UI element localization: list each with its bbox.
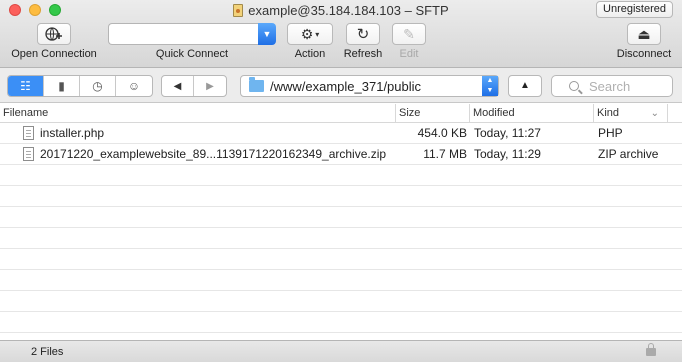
kind-cell: PHP xyxy=(598,126,623,140)
edit-item: ✎ Edit xyxy=(391,23,427,60)
eject-icon: ⏏ xyxy=(637,25,651,42)
column-header-size[interactable]: Size xyxy=(396,104,470,123)
filename-cell: 20171220_examplewebsite_89...11391712201… xyxy=(40,147,387,161)
open-connection-button[interactable] xyxy=(37,23,71,45)
bookmarks-view-button[interactable]: ▮ xyxy=(44,76,80,96)
edit-label: Edit xyxy=(399,48,419,60)
chevron-down-icon: ⌄ xyxy=(650,108,659,119)
empty-row xyxy=(0,165,682,186)
pencil-icon: ✎ xyxy=(403,25,415,42)
disconnect-label: Disconnect xyxy=(616,48,672,60)
modified-cell: Today, 11:29 xyxy=(474,147,541,161)
forward-arrow-icon: ▶ xyxy=(206,80,214,92)
open-connection-label: Open Connection xyxy=(11,48,97,60)
disconnect-button[interactable]: ⏏ xyxy=(627,23,661,45)
bonjour-icon: ☺ xyxy=(127,79,141,93)
navigation-bar: ☷ ▮ ◷ ☺ ◀ ▶ /www/example_371/public ▲ ▼ ▲… xyxy=(0,68,682,103)
lock-icon xyxy=(646,343,656,356)
refresh-label: Refresh xyxy=(343,48,383,60)
view-mode-segmented-control: ☷ ▮ ◷ ☺ xyxy=(7,75,153,97)
folder-icon xyxy=(249,77,264,92)
empty-row xyxy=(0,228,682,249)
document-icon xyxy=(233,4,244,17)
action-button[interactable]: ⚙ ▾ xyxy=(287,23,333,45)
column-header-modified[interactable]: Modified xyxy=(470,104,594,123)
file-icon xyxy=(23,147,34,161)
column-header-kind-label: Kind xyxy=(597,107,620,119)
column-header-kind[interactable]: Kind ⌄ xyxy=(594,104,668,123)
file-list-header: Filename Size Modified Kind ⌄ xyxy=(0,104,682,123)
refresh-item[interactable]: ↻ Refresh xyxy=(341,23,385,60)
back-arrow-icon: ◀ xyxy=(173,80,182,92)
history-navigation-control: ◀ ▶ xyxy=(161,75,227,97)
table-row[interactable]: installer.php 454.0 KB Today, 11:27 PHP xyxy=(0,123,682,144)
search-icon xyxy=(569,81,579,91)
modified-cell: Today, 11:27 xyxy=(474,126,541,140)
empty-row xyxy=(0,186,682,207)
filename-cell: installer.php xyxy=(40,126,105,140)
file-icon xyxy=(23,126,34,140)
window-toolbar: example@35.184.184.103 – SFTP Unregister… xyxy=(0,0,682,68)
action-item[interactable]: ⚙ ▾ Action xyxy=(286,23,334,60)
empty-row xyxy=(0,270,682,291)
forward-button[interactable]: ▶ xyxy=(194,76,226,96)
gear-icon: ⚙ xyxy=(300,25,314,42)
back-button[interactable]: ◀ xyxy=(162,76,194,96)
open-connection-item[interactable]: Open Connection xyxy=(6,23,102,60)
table-row[interactable]: 20171220_examplewebsite_89...11391712201… xyxy=(0,144,682,165)
parent-directory-button[interactable]: ▲ xyxy=(508,75,542,97)
status-bar: 2 Files xyxy=(0,340,682,362)
file-list: installer.php 454.0 KB Today, 11:27 PHP … xyxy=(0,123,682,333)
size-cell: 11.7 MB xyxy=(423,147,467,161)
search-field[interactable]: Search xyxy=(551,75,673,97)
refresh-icon: ↻ xyxy=(356,26,370,43)
history-view-button[interactable]: ◷ xyxy=(80,76,116,96)
quick-connect-combobox[interactable]: ▼ xyxy=(108,23,276,45)
window-title: example@35.184.184.103 – SFTP xyxy=(248,3,449,18)
path-popup[interactable]: /www/example_371/public ▲ ▼ xyxy=(240,75,499,97)
chevron-down-icon[interactable]: ▼ xyxy=(258,23,276,45)
window-title-bar: example@35.184.184.103 – SFTP xyxy=(0,2,682,20)
empty-row xyxy=(0,207,682,228)
action-label: Action xyxy=(294,48,326,60)
current-path: /www/example_371/public xyxy=(270,78,422,94)
clock-icon: ◷ xyxy=(92,79,103,93)
quick-connect-input[interactable] xyxy=(108,23,258,45)
browser-view-button[interactable]: ☷ xyxy=(8,76,44,96)
chevron-down-icon: ▾ xyxy=(315,29,320,39)
globe-plus-icon xyxy=(45,27,62,41)
edit-button: ✎ xyxy=(392,23,426,45)
size-cell: 454.0 KB xyxy=(417,126,467,140)
status-text: 2 Files xyxy=(31,346,64,358)
column-header-filename[interactable]: Filename xyxy=(0,104,396,123)
kind-cell: ZIP archive xyxy=(598,147,659,161)
bonjour-view-button[interactable]: ☺ xyxy=(116,76,152,96)
quick-connect-item: ▼ Quick Connect xyxy=(108,23,276,60)
quick-connect-label: Quick Connect xyxy=(155,48,229,60)
empty-row xyxy=(0,291,682,312)
search-placeholder: Search xyxy=(589,78,631,94)
path-chevron-icon[interactable]: ▲ ▼ xyxy=(482,76,498,96)
up-arrow-icon: ▲ xyxy=(520,80,530,91)
disconnect-item[interactable]: ⏏ Disconnect xyxy=(610,23,678,60)
list-icon: ☷ xyxy=(20,79,31,93)
empty-row xyxy=(0,312,682,333)
empty-row xyxy=(0,249,682,270)
refresh-button[interactable]: ↻ xyxy=(346,23,380,45)
unregistered-button[interactable]: Unregistered xyxy=(596,1,673,18)
bookmark-icon: ▮ xyxy=(58,79,65,93)
